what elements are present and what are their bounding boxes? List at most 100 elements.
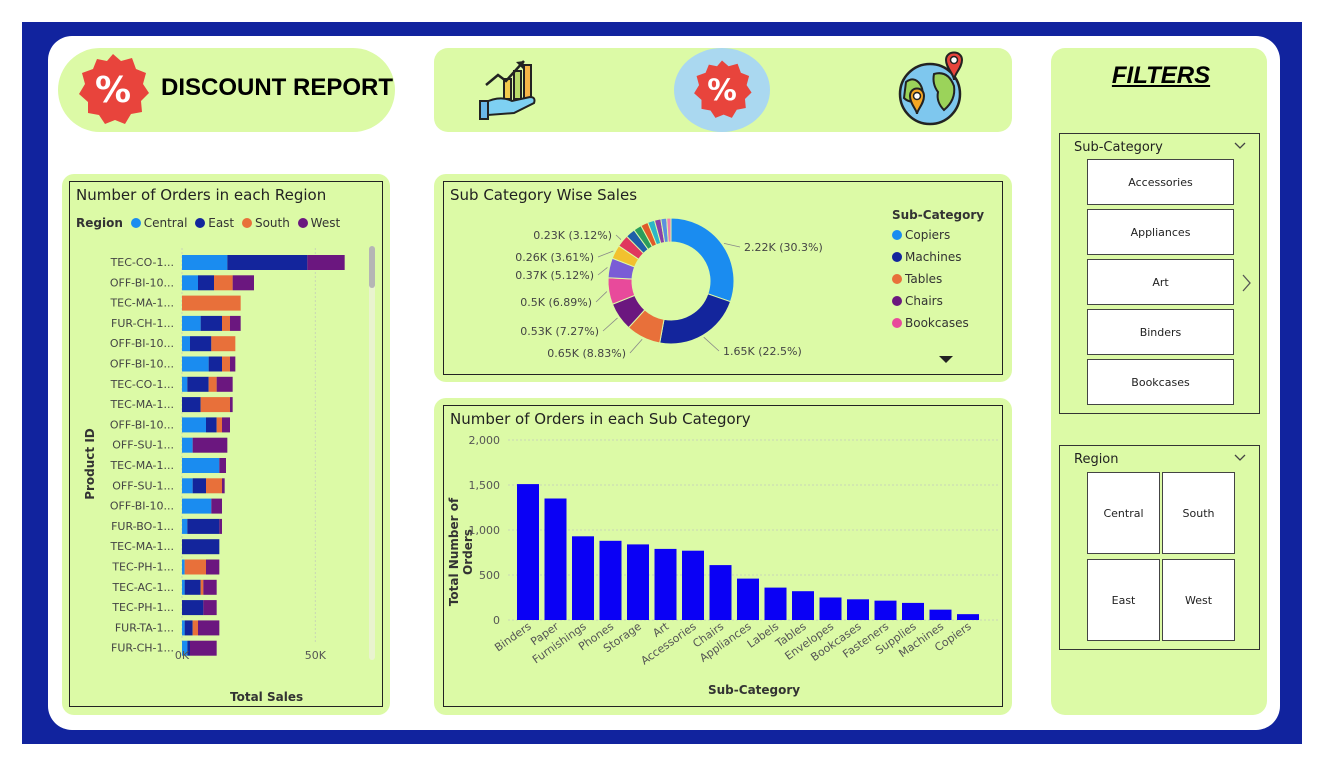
region-bar-segment[interactable] (182, 417, 206, 433)
chevron-down-icon[interactable] (1234, 142, 1246, 150)
slicer-option-east[interactable]: East (1087, 559, 1160, 641)
slicer-option-central[interactable]: Central (1087, 472, 1160, 554)
slicer-option-bookcases[interactable]: Bookcases (1087, 359, 1234, 405)
region-bar-segment[interactable] (219, 458, 226, 473)
region-bar-segment[interactable] (192, 478, 206, 494)
region-bar-segment[interactable] (230, 356, 236, 372)
legend-tables[interactable]: Tables (892, 272, 984, 286)
region-chart-card[interactable]: Number of Orders in each Region Region C… (69, 181, 383, 707)
region-bar-segment[interactable] (182, 559, 185, 575)
chevron-down-icon[interactable] (1234, 454, 1246, 462)
orders-bar[interactable] (819, 597, 842, 621)
orders-bar[interactable] (764, 587, 787, 620)
region-bar-segment[interactable] (187, 518, 220, 534)
region-bar-segment[interactable] (222, 478, 225, 494)
orders-bar[interactable] (682, 550, 704, 620)
region-bar-segment[interactable] (182, 255, 228, 270)
region-bar-segment[interactable] (211, 336, 236, 352)
orders-bar[interactable] (737, 578, 759, 620)
region-bar-segment[interactable] (232, 275, 254, 291)
slicer-option-binders[interactable]: Binders (1087, 309, 1234, 355)
region-bar-segment[interactable] (230, 315, 241, 331)
region-bar-segment[interactable] (187, 376, 209, 392)
region-bar-segment[interactable] (203, 600, 217, 616)
region-bar-segment[interactable] (182, 336, 190, 352)
orders-bar[interactable] (599, 540, 622, 620)
legend-chairs[interactable]: Chairs (892, 294, 984, 308)
region-bar-segment[interactable] (182, 397, 201, 413)
region-bar-segment[interactable] (182, 295, 241, 311)
region-bar-segment[interactable] (222, 356, 230, 372)
region-bar-segment[interactable] (307, 255, 345, 270)
region-bar-segment[interactable] (227, 255, 308, 270)
legend-bookcases[interactable]: Bookcases (892, 316, 984, 330)
region-bar-segment[interactable] (182, 539, 220, 555)
orders-bar[interactable] (874, 600, 897, 620)
legend-copiers[interactable]: Copiers (892, 228, 984, 242)
region-bar-segment[interactable] (222, 315, 230, 331)
region-bar-segment[interactable] (206, 559, 220, 575)
region-bar-segment[interactable] (206, 478, 222, 494)
region-bar-segment[interactable] (216, 417, 222, 433)
region-bar-segment[interactable] (200, 315, 222, 331)
region-bar-segment[interactable] (206, 417, 217, 433)
orders-bar[interactable] (957, 614, 979, 620)
region-scrollbar-thumb[interactable] (369, 246, 375, 288)
legend-scroll-down-icon[interactable] (939, 356, 953, 364)
orders-bar[interactable] (517, 484, 539, 620)
region-bar-segment[interactable] (200, 579, 204, 595)
region-bar-segment[interactable] (182, 478, 193, 494)
orders-bar[interactable] (902, 602, 924, 620)
subcat-orders-card[interactable]: Number of Orders in each Sub Category To… (443, 405, 1003, 707)
region-bar-segment[interactable] (219, 518, 222, 534)
region-bar-segment[interactable] (214, 275, 233, 291)
slicer-option-appliances[interactable]: Appliances (1087, 209, 1234, 255)
slicer-option-art[interactable]: Art (1087, 259, 1234, 305)
donut-slice[interactable] (670, 217, 735, 303)
region-bar-segment[interactable] (192, 437, 228, 453)
orders-bar[interactable] (544, 498, 567, 621)
region-bar-segment[interactable] (203, 579, 217, 595)
orders-bar[interactable] (654, 548, 677, 620)
orders-bar[interactable] (709, 565, 732, 620)
chevron-right-icon[interactable] (1242, 274, 1252, 292)
orders-bar[interactable] (572, 536, 594, 620)
region-bar-segment[interactable] (182, 579, 185, 595)
region-bar-segment[interactable] (184, 559, 206, 575)
region-bar-segment[interactable] (216, 376, 233, 392)
region-bar-segment[interactable] (182, 600, 204, 616)
region-bar-segment[interactable] (190, 336, 212, 352)
orders-bar[interactable] (792, 591, 814, 620)
region-bar-segment[interactable] (182, 275, 198, 291)
slicer-option-west[interactable]: West (1162, 559, 1235, 641)
region-bar-segment[interactable] (200, 397, 230, 413)
region-bar-segment[interactable] (182, 498, 212, 514)
region-bar-segment[interactable] (230, 397, 233, 413)
region-bar-segment[interactable] (198, 275, 214, 291)
orders-bar[interactable] (929, 609, 952, 620)
region-bar-segment[interactable] (182, 376, 188, 392)
region-bar-segment[interactable] (192, 620, 198, 636)
region-bar-segment[interactable] (184, 579, 201, 595)
region-scrollbar[interactable] (369, 246, 375, 660)
region-bar-segment[interactable] (182, 437, 193, 453)
donut-slice[interactable] (659, 293, 732, 345)
orders-bar[interactable] (847, 599, 869, 620)
region-bar-segment[interactable] (208, 376, 217, 392)
region-bar-segment[interactable] (182, 458, 220, 473)
region-bar-segment[interactable] (222, 417, 230, 433)
region-bar-segment[interactable] (182, 518, 188, 534)
region-bar-segment[interactable] (208, 356, 222, 372)
region-bar-segment[interactable] (182, 315, 201, 331)
subcat-sales-card[interactable]: Sub Category Wise Sales 2.22K (30.3%) 1.6… (443, 181, 1003, 375)
region-bar-segment[interactable] (211, 498, 222, 514)
region-bar-segment[interactable] (190, 640, 217, 656)
region-bar-segment[interactable] (184, 620, 193, 636)
region-bar-segment[interactable] (182, 620, 185, 636)
legend-machines[interactable]: Machines (892, 250, 984, 264)
region-bar-segment[interactable] (182, 356, 209, 372)
slicer-option-south[interactable]: South (1162, 472, 1235, 554)
slicer-option-accessories[interactable]: Accessories (1087, 159, 1234, 205)
region-bar-segment[interactable] (198, 620, 220, 636)
orders-bar[interactable] (627, 544, 649, 620)
